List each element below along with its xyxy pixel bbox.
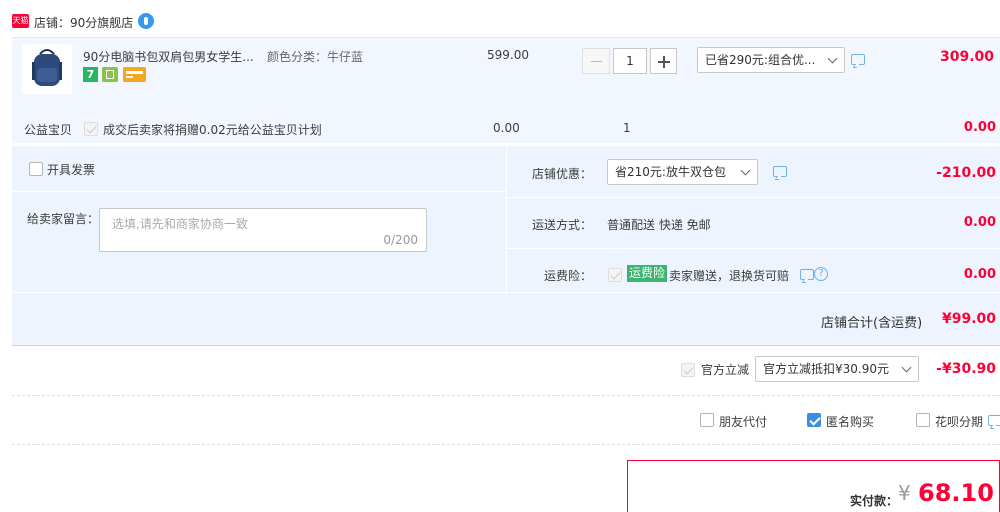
official-discount-value: 官方立减抵扣¥30.90元: [763, 362, 889, 376]
item-promo-select[interactable]: 已省290元:组合优...: [697, 47, 845, 73]
anonymous-checkbox[interactable]: [807, 413, 821, 427]
seven-day-return-icon[interactable]: 7: [83, 67, 98, 82]
store-total-amount: ¥99.00: [941, 311, 996, 327]
message-icon[interactable]: [851, 54, 865, 65]
message-icon[interactable]: [800, 269, 814, 280]
wangwang-chat-icon[interactable]: [138, 13, 154, 29]
quantity-increase-button[interactable]: [650, 48, 677, 74]
official-discount-select[interactable]: 官方立减抵扣¥30.90元: [755, 356, 919, 382]
insurance-text: 卖家赠送，退换货可赔: [669, 269, 790, 283]
friend-pay-label[interactable]: 朋友代付: [719, 413, 767, 430]
guarantee-icon[interactable]: [102, 67, 118, 82]
tmall-badge: 天猫: [12, 14, 29, 28]
shop-discount-amount: -210.00: [936, 165, 996, 181]
message-placeholder: 选填,请先和商家协商一致: [112, 217, 248, 231]
message-textarea[interactable]: 选填,请先和商家协商一致 0/200: [99, 208, 427, 252]
charity-text: 成交后卖家将捐赠0.02元给公益宝贝计划: [103, 123, 322, 137]
anonymous-label[interactable]: 匿名购买: [826, 413, 874, 430]
official-discount-label: 官方立减: [701, 363, 750, 377]
final-payment-label: 实付款：: [850, 494, 899, 508]
shop-discount-value: 省210元:放牛双仓包: [615, 165, 726, 179]
item-promo-value: 已省290元:组合优...: [705, 53, 816, 67]
store-total-label: 店铺合计(含运费): [821, 316, 923, 331]
message-icon[interactable]: [773, 166, 787, 177]
charity-price: 0.00: [493, 121, 520, 135]
shipping-value: 普通配送 快递 免邮: [607, 218, 711, 232]
quantity-decrease-button[interactable]: [582, 48, 610, 74]
message-label: 给卖家留言：: [27, 212, 100, 226]
product-spec: 颜色分类：牛仔蓝: [267, 50, 364, 64]
installment-label[interactable]: 花呗分期: [935, 413, 983, 430]
charity-qty: 1: [623, 121, 631, 135]
invoice-checkbox[interactable]: [29, 162, 43, 176]
final-payment-amount: 68.10: [918, 479, 994, 507]
item-subtotal: 309.00: [939, 49, 994, 65]
official-discount-checkbox[interactable]: [681, 363, 695, 377]
quantity-input[interactable]: 1: [613, 48, 647, 74]
product-title[interactable]: 90分电脑书包双肩包男女学生...: [83, 48, 254, 65]
charity-amount: 0.00: [963, 120, 996, 135]
unit-price: 599.00: [487, 48, 529, 62]
insurance-label: 运费险：: [544, 269, 593, 283]
shop-discount-select[interactable]: 省210元:放牛双仓包: [607, 159, 758, 185]
charity-label: 公益宝贝: [24, 123, 73, 137]
shipping-amount: 0.00: [963, 215, 996, 230]
insurance-tag[interactable]: 运费险: [627, 265, 668, 282]
charity-checkbox[interactable]: [84, 122, 98, 136]
chevron-down-icon: [740, 165, 751, 176]
chevron-down-icon: [901, 362, 912, 373]
official-discount-amount: -¥30.90: [936, 361, 996, 377]
product-thumbnail[interactable]: [22, 44, 72, 94]
chevron-down-icon: [827, 53, 838, 64]
help-question-icon[interactable]: ?: [814, 267, 828, 281]
shipping-label: 运送方式：: [532, 218, 593, 232]
insurance-checkbox[interactable]: [608, 268, 622, 282]
shop-discount-label: 店铺优惠：: [532, 167, 593, 181]
installment-checkbox[interactable]: [916, 413, 930, 427]
message-icon[interactable]: [988, 415, 1000, 426]
final-payment-currency: ¥: [898, 481, 911, 505]
store-name[interactable]: 店铺：90分旗舰店: [34, 14, 133, 31]
friend-pay-checkbox[interactable]: [700, 413, 714, 427]
final-payment-box: 实付款： ¥ 68.10: [627, 460, 1000, 512]
message-counter: 0/200: [383, 233, 418, 247]
insurance-amount: 0.00: [963, 267, 996, 282]
credit-card-icon[interactable]: [123, 67, 146, 82]
invoice-label[interactable]: 开具发票: [47, 161, 95, 178]
